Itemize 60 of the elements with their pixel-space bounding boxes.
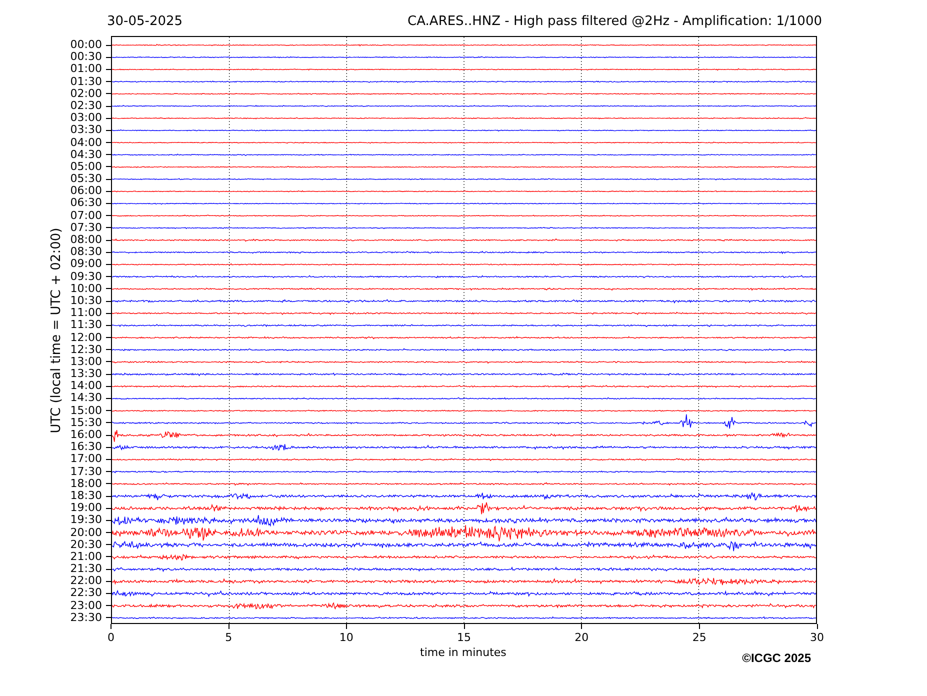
row-time-label: 02:00 (70, 88, 103, 100)
row-time-label: 09:00 (70, 258, 103, 271)
row-time-label: 05:00 (70, 160, 103, 174)
row-time-label: 02:30 (70, 100, 103, 112)
x-tick-label: 10 (339, 631, 354, 644)
y-axis-label: UTC (local time = UTC + 02:00) (50, 227, 64, 433)
row-time-label: 03:00 (70, 112, 103, 124)
row-time-label: 15:00 (70, 404, 103, 417)
row-time-label: 06:30 (70, 197, 103, 210)
row-time-label: 01:30 (70, 76, 103, 88)
row-time-label: 17:30 (70, 466, 103, 478)
row-time-label: 15:30 (70, 416, 103, 429)
row-time-label: 06:00 (70, 185, 103, 198)
plot-date: 30-05-2025 (107, 14, 183, 28)
row-time-label: 18:30 (70, 490, 103, 502)
row-time-label: 21:30 (70, 563, 103, 576)
row-time-label: 19:30 (70, 514, 103, 526)
plot-title: CA.ARES..HNZ - High pass filtered @2Hz - Amplification: 1/1000 (408, 14, 822, 28)
row-time-label: 21:00 (70, 550, 103, 564)
row-time-label: 12:30 (70, 344, 103, 356)
row-time-label: 13:30 (70, 368, 103, 380)
row-time-label: 05:30 (70, 173, 103, 186)
row-time-label: 07:30 (70, 222, 103, 234)
row-time-label: 00:00 (70, 39, 103, 52)
row-time-label: 07:00 (70, 210, 103, 222)
x-tick-label: 20 (574, 631, 589, 644)
x-tick-label: 5 (225, 631, 232, 644)
row-time-label: 01:00 (70, 63, 103, 76)
row-time-label: 04:00 (70, 136, 103, 149)
row-time-label: 10:30 (70, 294, 103, 308)
row-time-label: 08:30 (70, 246, 103, 258)
row-time-label: 17:00 (70, 453, 103, 466)
x-tick-label: 0 (108, 631, 114, 644)
row-time-label: 23:30 (70, 612, 103, 624)
row-time-label: 20:30 (70, 538, 103, 551)
row-time-label: 11:00 (70, 307, 103, 320)
row-time-label: 04:30 (70, 148, 103, 161)
copyright-text: ©ICGC 2025 (742, 651, 811, 665)
x-axis-label: time in minutes (420, 646, 506, 659)
x-tick-label: 30 (810, 631, 824, 644)
row-time-label: 14:00 (70, 380, 103, 392)
row-time-label: 16:30 (70, 441, 103, 454)
row-time-label: 08:00 (70, 234, 103, 246)
x-tick-label: 25 (692, 631, 706, 644)
row-time-label: 13:00 (70, 356, 103, 368)
row-time-label: 12:00 (70, 332, 103, 344)
row-time-label: 10:00 (70, 282, 103, 295)
row-time-label: 03:30 (70, 124, 103, 136)
row-time-label: 20:00 (70, 526, 103, 539)
row-time-label: 19:00 (70, 502, 103, 514)
row-time-label: 11:30 (70, 319, 103, 332)
row-time-label: 22:00 (70, 575, 103, 588)
row-time-label: 00:30 (70, 51, 103, 64)
x-tick-label: 15 (457, 631, 471, 644)
row-time-label: 18:00 (70, 478, 103, 490)
row-time-label: 09:30 (70, 270, 103, 283)
row-time-label: 16:00 (70, 429, 103, 442)
row-time-label: 23:00 (70, 600, 103, 612)
row-time-label: 22:30 (70, 587, 103, 600)
row-time-label: 14:30 (70, 392, 103, 405)
